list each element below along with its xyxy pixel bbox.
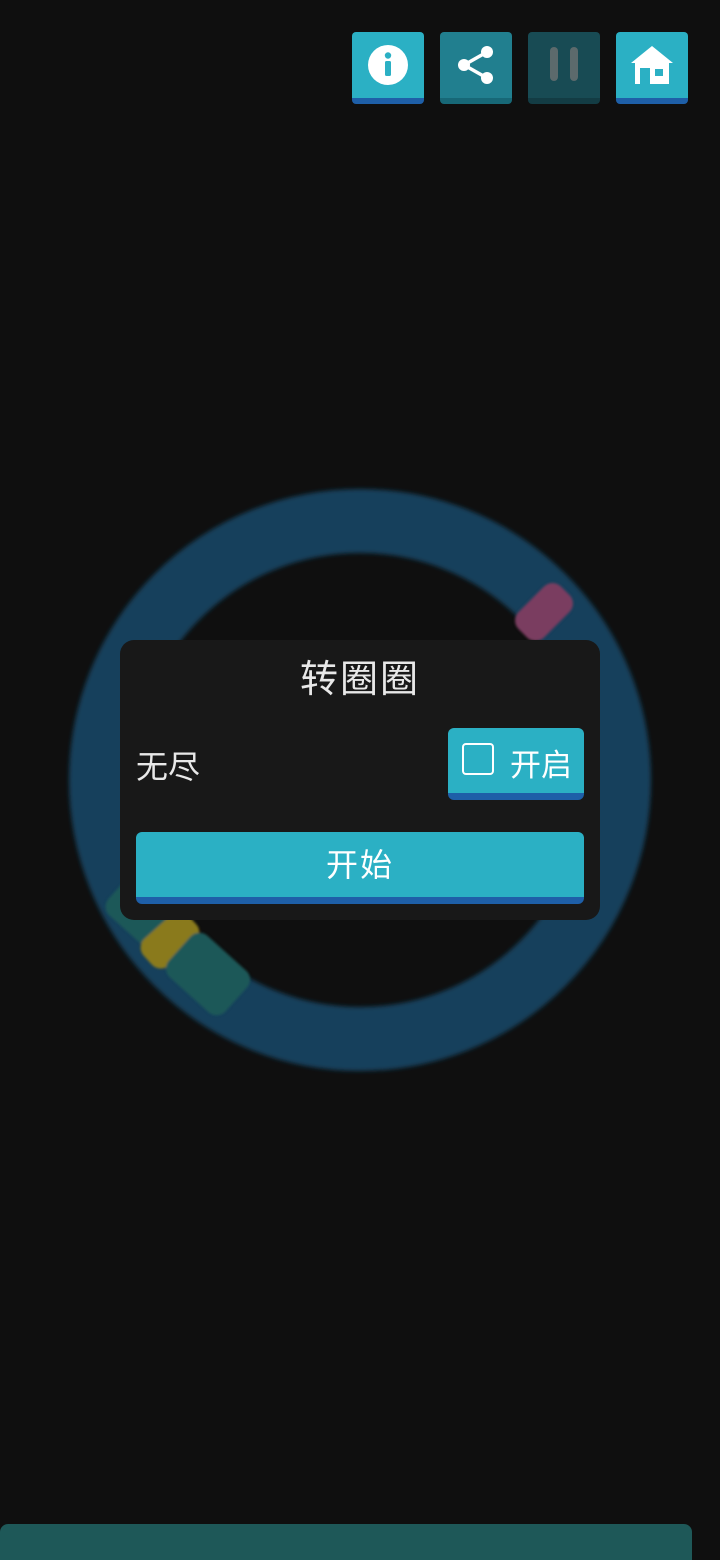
toggle-label: 开启 [510,748,572,784]
endless-mode-label: 无尽 [136,748,201,786]
endless-toggle-button[interactable]: 开启 [448,728,584,800]
dialog-title: 转圈圈 [299,657,420,701]
bottom-bar [0,1524,692,1560]
checkbox-icon[interactable] [462,743,494,775]
start-button[interactable]: 开始 [136,832,584,904]
